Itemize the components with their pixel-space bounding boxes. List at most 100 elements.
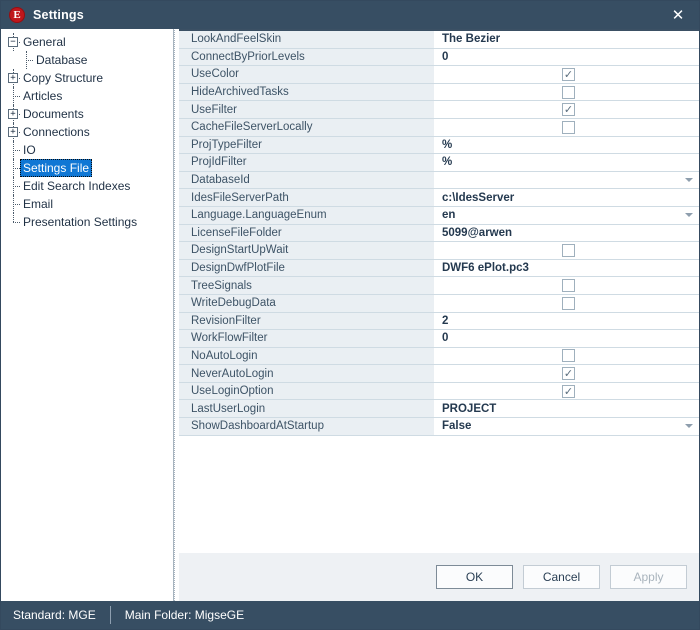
- property-checkbox-cell[interactable]: [434, 347, 699, 365]
- property-name: TreeSignals: [179, 277, 434, 294]
- expand-icon[interactable]: +: [8, 73, 18, 83]
- property-value-cell[interactable]: The Bezier: [434, 31, 699, 48]
- property-name: UseFilter: [179, 101, 434, 118]
- tree-connector: [20, 51, 33, 69]
- window-title: Settings: [33, 8, 84, 22]
- property-name: UseColor: [179, 66, 434, 83]
- cancel-button[interactable]: Cancel: [523, 565, 600, 589]
- tree-connector: [7, 87, 20, 105]
- property-value-cell[interactable]: c:\IdesServer: [434, 189, 699, 206]
- property-dropdown-cell[interactable]: [434, 171, 699, 189]
- tree-item-settings-file[interactable]: Settings File: [1, 159, 171, 177]
- property-name: ShowDashboardAtStartup: [179, 418, 434, 435]
- property-value: c:\IdesServer: [442, 191, 515, 204]
- property-value-cell[interactable]: 5099@arwen: [434, 224, 699, 242]
- tree-item-email[interactable]: Email: [1, 195, 171, 213]
- checkbox-unchecked[interactable]: [562, 349, 575, 363]
- chevron-down-icon[interactable]: [685, 424, 693, 429]
- checkbox-checked[interactable]: ✓: [562, 103, 575, 117]
- status-main-folder: Main Folder: MigseGE: [124, 608, 245, 622]
- property-checkbox-cell[interactable]: [434, 294, 699, 312]
- tree-item-label: Edit Search Indexes: [23, 179, 131, 193]
- app-logo-icon: E: [9, 7, 25, 23]
- checkbox-checked[interactable]: ✓: [562, 384, 575, 398]
- tree-item-io[interactable]: IO: [1, 141, 171, 159]
- property-row: TreeSignals: [179, 277, 699, 295]
- right-pane: LookAndFeelSkin The Bezier ConnectByPriorL…: [179, 29, 699, 601]
- checkbox-checked[interactable]: ✓: [562, 67, 575, 81]
- property-value-cell[interactable]: 0: [434, 48, 699, 66]
- expand-icon[interactable]: +: [8, 109, 18, 119]
- collapse-icon[interactable]: −: [8, 37, 18, 47]
- tree-item-copy-structure[interactable]: + Copy Structure: [1, 69, 171, 87]
- tree-item-database[interactable]: Database: [1, 51, 171, 69]
- property-name: HideArchivedTasks: [179, 83, 434, 101]
- property-dropdown-cell[interactable]: False: [434, 418, 699, 435]
- tree-connector: [7, 213, 20, 231]
- property-checkbox-cell[interactable]: ✓: [434, 365, 699, 382]
- property-name: NoAutoLogin: [179, 347, 434, 365]
- property-checkbox-cell[interactable]: ✓: [434, 66, 699, 83]
- checkbox-unchecked[interactable]: [562, 120, 575, 134]
- expand-icon[interactable]: +: [8, 127, 18, 137]
- settings-dialog: E Settings ✕ − General Database + Copy Struc…: [0, 0, 700, 630]
- property-value-cell[interactable]: 0: [434, 330, 699, 347]
- property-value: %: [442, 156, 453, 169]
- property-value-cell[interactable]: 2: [434, 312, 699, 330]
- property-value: DWF6 ePlot.pc3: [442, 262, 529, 275]
- property-row: WorkFlowFilter 0: [179, 330, 699, 348]
- property-name: CacheFileServerLocally: [179, 118, 434, 136]
- property-row: WriteDebugData: [179, 294, 699, 313]
- property-checkbox-cell[interactable]: [434, 277, 699, 294]
- property-dropdown-cell[interactable]: en: [434, 206, 699, 224]
- property-value: %: [442, 138, 453, 151]
- chevron-down-icon[interactable]: [685, 213, 693, 218]
- property-name: LastUserLogin: [179, 400, 434, 418]
- property-value-cell[interactable]: %: [434, 136, 699, 154]
- check-icon: ✓: [563, 103, 574, 117]
- property-value-cell[interactable]: %: [434, 154, 699, 171]
- property-checkbox-cell[interactable]: [434, 83, 699, 101]
- status-separator: [109, 606, 111, 624]
- tree-item-label: Email: [23, 197, 54, 211]
- property-checkbox-cell[interactable]: ✓: [434, 101, 699, 118]
- property-checkbox-cell[interactable]: [434, 118, 699, 136]
- checkbox-unchecked[interactable]: [562, 85, 575, 99]
- tree-item-presentation-settings[interactable]: Presentation Settings: [1, 213, 171, 231]
- close-icon[interactable]: ✕: [657, 1, 699, 29]
- property-checkbox-cell[interactable]: [434, 242, 699, 259]
- property-checkbox-cell[interactable]: ✓: [434, 382, 699, 400]
- tree-item-connections[interactable]: + Connections: [1, 123, 171, 141]
- checkbox-unchecked[interactable]: [562, 296, 575, 310]
- property-value-cell[interactable]: PROJECT: [434, 400, 699, 418]
- property-value-cell[interactable]: DWF6 ePlot.pc3: [434, 259, 699, 277]
- property-name: LookAndFeelSkin: [179, 31, 434, 48]
- property-name: UseLoginOption: [179, 382, 434, 400]
- checkbox-unchecked[interactable]: [562, 279, 575, 293]
- tree-item-documents[interactable]: + Documents: [1, 105, 171, 123]
- tree-item-general[interactable]: − General: [1, 33, 171, 51]
- property-value: PROJECT: [442, 402, 497, 415]
- property-row: UseColor ✓: [179, 66, 699, 84]
- property-row: ShowDashboardAtStartup False: [179, 418, 699, 436]
- property-row: LicenseFileFolder 5099@arwen: [179, 224, 699, 243]
- property-name: ProjIdFilter: [179, 154, 434, 171]
- chevron-down-icon[interactable]: [685, 178, 693, 183]
- tree-item-articles[interactable]: Articles: [1, 87, 171, 105]
- property-row: DesignStartUpWait: [179, 242, 699, 260]
- tree-connector: [7, 159, 20, 177]
- property-name: DatabaseId: [179, 171, 434, 189]
- panel-splitter[interactable]: [171, 29, 179, 601]
- ok-button[interactable]: OK: [436, 565, 513, 589]
- check-icon: ✓: [563, 384, 574, 398]
- tree-item-label: Articles: [23, 89, 63, 103]
- property-row: ProjTypeFilter%: [179, 136, 699, 155]
- property-row: ConnectByPriorLevels 0: [179, 48, 699, 67]
- property-row: HideArchivedTasks: [179, 83, 699, 102]
- checkbox-unchecked[interactable]: [562, 243, 575, 257]
- checkbox-checked[interactable]: ✓: [562, 367, 575, 381]
- property-value: The Bezier: [442, 33, 501, 46]
- check-icon: ✓: [563, 367, 574, 381]
- tree-item-edit-search-indexes[interactable]: Edit Search Indexes: [1, 177, 171, 195]
- property-row: DesignDwfPlotFile DWF6 ePlot.pc3: [179, 259, 699, 278]
